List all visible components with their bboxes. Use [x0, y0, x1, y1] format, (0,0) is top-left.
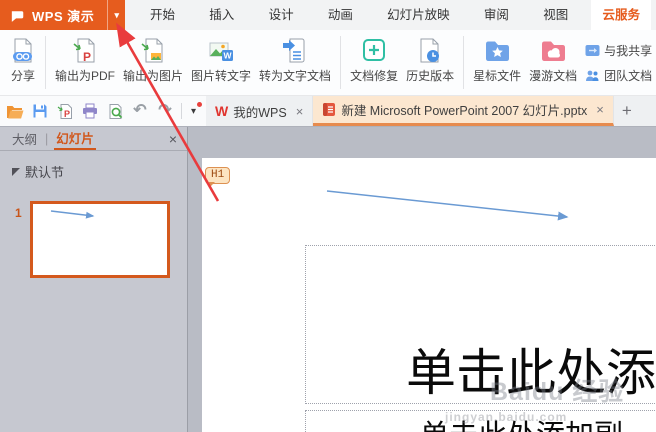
ribbon-button-label: 团队文档 — [604, 69, 653, 83]
menu-tab-view[interactable]: 视图 — [532, 0, 579, 30]
ribbon-divider — [340, 36, 342, 89]
tab-my-wps[interactable]: W 我的WPS × — [206, 96, 314, 126]
section-header[interactable]: 默认节 — [12, 162, 64, 181]
shared-with-me-button[interactable]: 与我共享 — [585, 38, 652, 63]
slide-arrow-shape[interactable] — [320, 184, 580, 228]
thumbnail-arrow-shape — [50, 210, 95, 219]
section-label: 默认节 — [25, 165, 65, 180]
slide-title-text[interactable]: 单击此处添 — [406, 347, 656, 400]
menu-tab-home[interactable]: 开始 — [139, 0, 186, 30]
tab-label: 我的WPS — [233, 105, 287, 120]
ribbon-button-label: 图片转文字 — [191, 69, 252, 83]
ribbon-button-label: 星标文件 — [473, 69, 522, 83]
roaming-docs-icon — [540, 35, 567, 64]
print-icon[interactable] — [81, 101, 99, 121]
menu-tab-design[interactable]: 设计 — [258, 0, 305, 30]
quick-access-row: P ↶ ↷ ▾ W 我的WPS × 新建 Microsoft PowerPoin… — [0, 96, 656, 127]
section-collapse-icon[interactable] — [12, 167, 20, 176]
print-preview-icon[interactable] — [106, 101, 124, 121]
slide-subtitle-text[interactable]: 单击此处添加副 — [420, 412, 623, 432]
document-tab-bar: W 我的WPS × 新建 Microsoft PowerPoint 2007 幻… — [206, 96, 656, 126]
h1-comment-badge[interactable]: H1 — [205, 167, 231, 188]
ribbon-button-label: 与我共享 — [604, 44, 653, 58]
menu-tab-review[interactable]: 审阅 — [473, 0, 520, 30]
slides-panel: 大纲 | 幻灯片 × 默认节 1 — [0, 127, 188, 432]
close-panel-icon[interactable]: × — [169, 131, 177, 147]
svg-text:P: P — [64, 109, 70, 119]
menu-tab-animation[interactable]: 动画 — [317, 0, 364, 30]
wps-menu-caret-icon[interactable]: ▾ — [107, 0, 125, 30]
wps-presentation-window: WPS 演示 ▾ 开始 插入 设计 动画 幻灯片放映 审阅 视图 云服务 分享 … — [0, 0, 656, 432]
to-text-doc-button[interactable]: 转为文字文档 — [255, 35, 335, 84]
starred-files-icon — [484, 35, 511, 64]
titlebar: WPS 演示 ▾ 开始 插入 设计 动画 幻灯片放映 审阅 视图 云服务 — [0, 0, 656, 30]
close-tab-icon[interactable]: × — [596, 102, 604, 117]
slide-number: 1 — [15, 206, 22, 220]
ribbon-divider — [45, 36, 46, 89]
new-tab-button[interactable]: + — [614, 96, 640, 126]
ribbon-button-label: 漫游文档 — [529, 69, 578, 83]
ribbon-button-label: 输出为图片 — [123, 69, 184, 83]
export-image-button[interactable]: 输出为图片 — [119, 35, 187, 84]
close-tab-icon[interactable]: × — [296, 104, 304, 119]
menu-tab-insert[interactable]: 插入 — [198, 0, 245, 30]
redo-icon[interactable]: ↷ — [156, 101, 174, 121]
history-versions-button[interactable]: 历史版本 — [402, 35, 458, 84]
slide-editing-area[interactable]: 单击此处添 单击此处添加副 Baidu 经验 jingyan.baidu.com… — [202, 158, 656, 432]
menu-tab-bar: 开始 插入 设计 动画 幻灯片放映 审阅 视图 云服务 — [139, 0, 651, 30]
export-image-icon — [140, 35, 166, 64]
panel-header: 大纲 | 幻灯片 × — [0, 127, 187, 151]
panel-tab-outline[interactable]: 大纲 — [10, 127, 39, 150]
ribbon-button-label: 分享 — [10, 69, 35, 83]
wps-w-icon: W — [215, 103, 229, 119]
ribbon-button-label: 输出为PDF — [55, 69, 116, 83]
starred-files-button[interactable]: 星标文件 — [469, 35, 525, 84]
team-docs-button[interactable]: 团队文档 — [585, 63, 652, 88]
tab-label: 新建 Microsoft PowerPoint 2007 幻灯片.pptx — [341, 104, 588, 118]
export-pdf-button[interactable]: P 输出为PDF — [51, 35, 119, 84]
team-docs-icon — [585, 69, 600, 82]
share-button[interactable]: 分享 — [6, 35, 40, 84]
content-area: 大纲 | 幻灯片 × 默认节 1 单击此处添 Baidu 经验 jingyan.… — [0, 127, 656, 432]
open-file-icon[interactable] — [6, 101, 24, 121]
doc-repair-icon — [361, 35, 387, 64]
wps-logo-icon — [9, 7, 26, 24]
panel-tab-slides[interactable]: 幻灯片 — [54, 127, 96, 150]
history-versions-icon — [417, 35, 443, 64]
save-icon[interactable] — [31, 101, 49, 121]
ppt-file-icon — [322, 102, 336, 117]
wps-menu-button[interactable]: WPS 演示 ▾ — [0, 0, 125, 30]
shared-with-me-icon — [585, 44, 600, 57]
wps-menu-label: WPS 演示 — [32, 8, 95, 24]
image-to-text-icon: W — [208, 35, 235, 64]
editing-canvas: 单击此处添 单击此处添加副 Baidu 经验 jingyan.baidu.com… — [188, 127, 656, 432]
slide-thumbnail[interactable] — [30, 201, 170, 278]
image-to-text-button[interactable]: W 图片转文字 — [187, 35, 255, 84]
ribbon-divider — [463, 36, 465, 89]
undo-icon[interactable]: ↶ — [131, 101, 149, 121]
export-pdf-small-icon[interactable]: P — [56, 101, 74, 121]
ribbon-button-label: 文档修复 — [350, 69, 399, 83]
svg-text:P: P — [83, 50, 91, 64]
to-text-doc-icon — [282, 35, 308, 64]
ribbon-button-label: 转为文字文档 — [259, 69, 332, 83]
roaming-docs-button[interactable]: 漫游文档 — [525, 35, 581, 84]
quickbar-divider — [181, 103, 182, 119]
menu-tab-cloud-service[interactable]: 云服务 — [591, 0, 651, 30]
ribbon-button-label: 历史版本 — [406, 69, 455, 83]
customize-toolbar-icon[interactable]: ▾ — [189, 101, 203, 117]
svg-text:W: W — [223, 51, 232, 61]
notification-dot — [197, 101, 203, 107]
export-pdf-icon: P — [72, 35, 98, 64]
menu-tab-slideshow[interactable]: 幻灯片放映 — [376, 0, 461, 30]
ribbon-small-items: 与我共享 团队文档 — [585, 35, 652, 88]
panel-tab-separator: | — [45, 131, 49, 146]
share-doc-icon — [10, 35, 36, 64]
doc-repair-button[interactable]: 文档修复 — [346, 35, 402, 84]
quick-access-toolbar: P ↶ ↷ ▾ — [0, 96, 203, 126]
ribbon-toolbar: 分享 P 输出为PDF 输出为图片 W 图片转文字 转为文字文档 文档修复 历史… — [0, 30, 656, 96]
tab-presentation-document[interactable]: 新建 Microsoft PowerPoint 2007 幻灯片.pptx × — [313, 96, 614, 126]
